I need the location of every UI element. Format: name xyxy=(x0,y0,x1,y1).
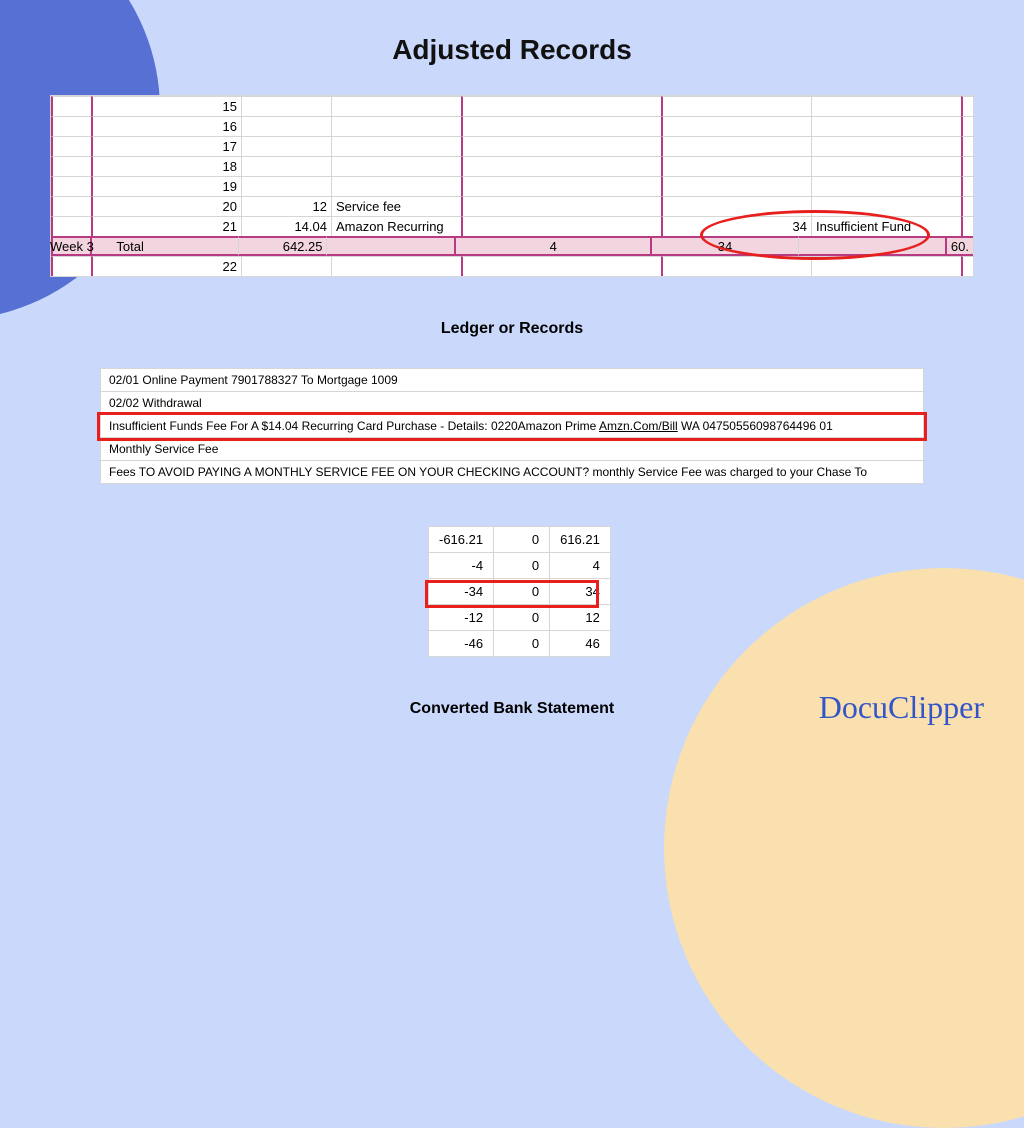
page-title: Adjusted Records xyxy=(0,34,1024,66)
statement-row: 02/02 Withdrawal xyxy=(100,392,924,415)
statement-text: Insufficient Funds Fee For A $14.04 Recu… xyxy=(109,419,833,433)
statement-row: 02/01 Online Payment 7901788327 To Mortg… xyxy=(100,368,924,392)
ledger-row: 17 xyxy=(51,136,973,156)
ledger-row: 18 xyxy=(51,156,973,176)
statement-row: Fees TO AVOID PAYING A MONTHLY SERVICE F… xyxy=(100,461,924,484)
brand-logo: DocuClipper xyxy=(819,689,984,726)
table-row: -616.210616.21 xyxy=(429,527,611,553)
callout-ellipse xyxy=(700,210,930,260)
ledger-row: 15 xyxy=(51,96,973,116)
ledger-row: 19 xyxy=(51,176,973,196)
week-label: Week 3 xyxy=(50,239,94,254)
table-row: -404 xyxy=(429,553,611,579)
table-row: -12012 xyxy=(429,605,611,631)
statement-panel: 02/01 Online Payment 7901788327 To Mortg… xyxy=(100,368,924,484)
statement-row: Monthly Service Fee xyxy=(100,438,924,461)
table-row: -46046 xyxy=(429,631,611,657)
ledger-caption: Ledger or Records xyxy=(0,320,1024,338)
ledger-row: 16 xyxy=(51,116,973,136)
callout-rectangle xyxy=(425,580,599,608)
content-wrapper: Adjusted Records 15 16 17 18 19 2012Serv… xyxy=(0,0,1024,768)
statement-row-highlighted: Insufficient Funds Fee For A $14.04 Recu… xyxy=(100,415,924,438)
